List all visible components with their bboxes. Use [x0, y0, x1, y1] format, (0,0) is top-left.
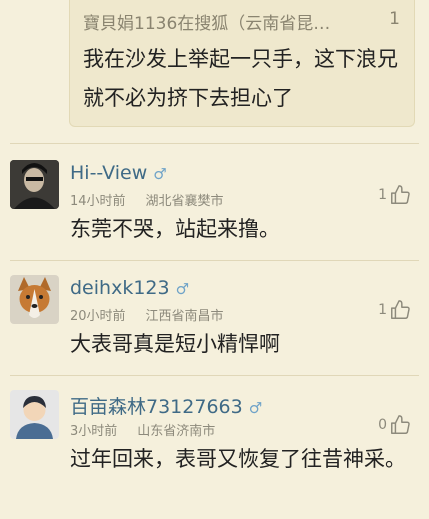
comment-text: 东莞不哭，站起来撸。	[70, 217, 280, 241]
username-text[interactable]: deihxk123	[70, 277, 170, 299]
username-text[interactable]: Hi--View	[70, 162, 147, 184]
quoted-reply-author[interactable]: 寶貝娟1136在搜狐（云南省昆明市网友）	[83, 9, 345, 34]
username-text[interactable]: 百亩森林73127663	[70, 396, 243, 418]
male-icon: ♂	[153, 165, 167, 183]
comment-location: 山东省济南市	[137, 424, 216, 439]
thumbs-up-icon	[391, 415, 410, 434]
like-count: 1	[378, 302, 387, 318]
divider	[10, 260, 419, 261]
username[interactable]: deihxk123 ♂	[70, 277, 189, 299]
divider	[10, 375, 419, 376]
like-count: 0	[378, 417, 387, 433]
comment-meta: 3小时前 山东省济南市	[70, 420, 215, 439]
comment-time: 20小时前	[70, 309, 126, 324]
avatar[interactable]	[10, 390, 59, 439]
male-icon: ♂	[175, 280, 190, 298]
comment-text: 过年回来，表哥又恢复了往昔神采。	[70, 447, 406, 471]
like-button[interactable]: 0	[378, 414, 411, 436]
avatar[interactable]	[10, 160, 59, 209]
quoted-reply-like-count: 1	[389, 9, 400, 29]
thumbs-up-icon	[391, 185, 410, 204]
like-button[interactable]: 1	[378, 184, 411, 206]
comment-location: 江西省南昌市	[145, 309, 224, 324]
username[interactable]: Hi--View ♂	[70, 162, 167, 184]
avatar[interactable]	[10, 275, 59, 324]
quoted-reply-text: 我在沙发上举起一只手，这下浪兄就不必为挤下去担心了	[83, 47, 398, 110]
comment-meta: 20小时前 江西省南昌市	[70, 305, 224, 324]
comment-text: 大表哥真是短小精悍啊	[70, 332, 280, 356]
username[interactable]: 百亩森林73127663 ♂	[70, 392, 262, 419]
like-count: 1	[378, 187, 387, 203]
comment-meta: 14小时前 湖北省襄樊市	[70, 190, 224, 209]
like-button[interactable]: 1	[378, 299, 411, 321]
thumbs-up-icon	[391, 300, 410, 319]
comment-time: 3小时前	[70, 424, 118, 439]
divider	[10, 143, 419, 144]
comment-time: 14小时前	[70, 194, 126, 209]
quoted-reply: 寶貝娟1136在搜狐（云南省昆明市网友） 1 我在沙发上举起一只手，这下浪兄就不…	[69, 0, 415, 127]
male-icon: ♂	[248, 399, 263, 417]
quoted-reply-header: 寶貝娟1136在搜狐（云南省昆明市网友）	[83, 9, 383, 34]
comment-location: 湖北省襄樊市	[145, 194, 224, 209]
